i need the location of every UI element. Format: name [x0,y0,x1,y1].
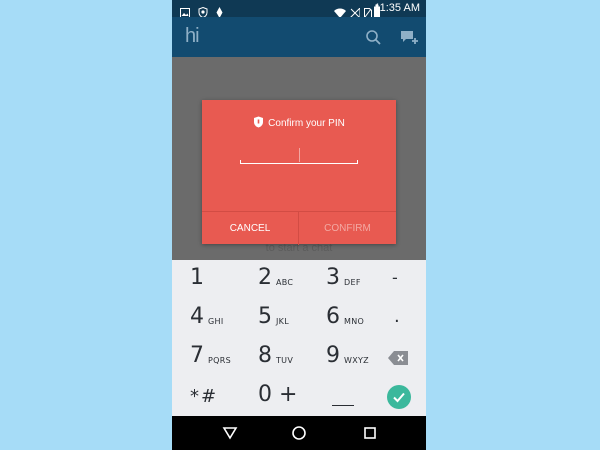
key-digit: 1 [190,265,204,290]
key-digit: 8 [258,343,272,368]
checkmark-icon [387,385,411,409]
space-bar-icon [332,405,354,406]
app-logo: hi [185,25,200,47]
backspace-icon [388,350,408,369]
compose-chat-icon[interactable] [398,27,420,49]
dialog-title-row: Confirm your PIN [202,116,396,132]
pin-input-underline [240,146,358,164]
confirm-pin-dialog: Confirm your PIN CANCEL CONFIRM [202,100,396,245]
key-digit: 3 [326,265,340,290]
key-letters: DEF [344,278,361,287]
key-digit: 9 [326,343,340,368]
recents-icon[interactable] [362,425,378,445]
key-digit: - [392,268,398,287]
key-letters: TUV [276,356,294,365]
key-period[interactable]: . [362,299,426,338]
key-letters: PQRS [208,356,231,365]
key-star-hash[interactable]: *# [172,377,236,416]
back-icon[interactable] [222,425,238,445]
key-0[interactable]: 0 + [244,377,308,416]
text-cursor [299,148,300,162]
confirm-button[interactable]: CONFIRM [299,212,396,245]
key-digit: 0 + [258,382,298,407]
key-minus[interactable]: - [362,260,426,299]
key-digit: 6 [326,304,340,329]
dialog-title: Confirm your PIN [268,118,345,129]
search-icon[interactable] [364,28,384,48]
key-8[interactable]: 8 TUV [240,338,304,377]
cancel-button[interactable]: CANCEL [202,212,299,245]
key-4[interactable]: 4 GHI [172,299,236,338]
key-digit: 4 [190,304,204,329]
backspace-key[interactable] [362,338,426,377]
done-key[interactable] [362,377,426,416]
key-digit: *# [190,386,219,407]
dialog-actions: CANCEL CONFIRM [202,211,396,245]
navigation-bar [172,416,426,450]
key-letters: JKL [276,317,289,326]
home-icon[interactable] [291,425,307,445]
key-7[interactable]: 7 PQRS [172,338,236,377]
key-5[interactable]: 5 JKL [240,299,304,338]
app-bar: hi [172,17,426,57]
numeric-keypad: 1 2 ABC 3 DEF - 4 GHI 5 JKL 6 MNO . 7 PQ… [172,260,426,416]
phone-screen: 11:35 AM hi to start a chat Confirm your… [172,0,426,450]
key-digit: . [394,306,400,327]
key-digit: 7 [190,343,204,368]
key-2[interactable]: 2 ABC [240,260,304,299]
key-digit: 5 [258,304,272,329]
shield-icon [253,116,264,131]
key-1[interactable]: 1 [172,260,236,299]
key-digit: 2 [258,265,272,290]
status-bar: 11:35 AM [172,0,426,19]
key-letters: GHI [208,317,224,326]
key-letters: ABC [276,278,294,287]
status-time: 11:35 AM [374,2,420,14]
